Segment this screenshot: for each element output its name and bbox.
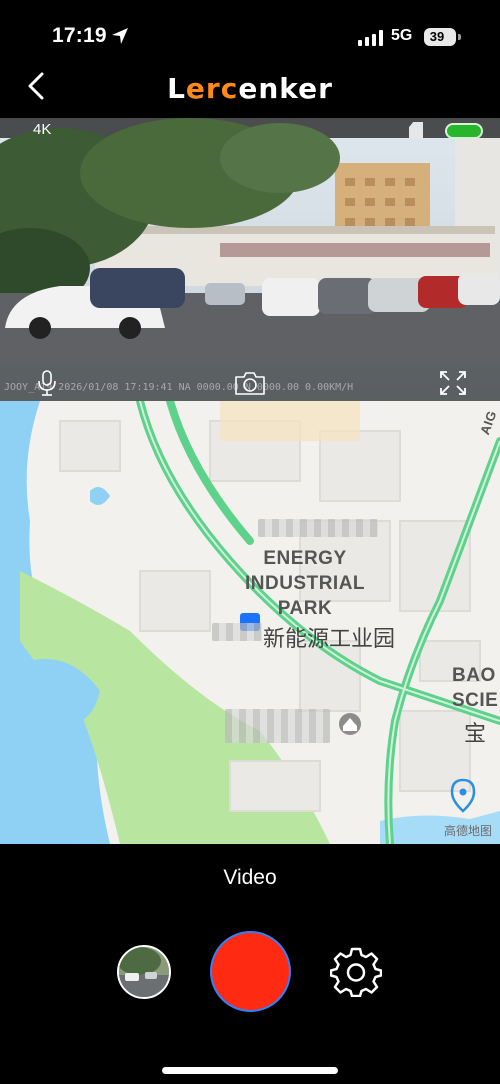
blurred-label (212, 623, 262, 641)
record-button[interactable] (210, 931, 291, 1012)
poi-label-cn: 新能源工业园 (263, 626, 396, 651)
poi-label-en: ENERGY INDUSTRIAL PARK (244, 548, 366, 619)
video-control-bar: JOOY_A19 2026/01/08 17:19:41 NA 0000.00 … (0, 365, 500, 401)
resolution-label: 4K (33, 121, 52, 138)
battery-nub (458, 34, 461, 40)
status-time: 17:19 (52, 24, 107, 47)
battery-icon: 39 (424, 28, 456, 46)
map-view[interactable]: ENERGY INDUSTRIAL PARK 新能源工业园 BAO SCIE 宝… (0, 401, 500, 844)
sd-card-icon (409, 122, 423, 139)
fullscreen-icon[interactable] (438, 369, 468, 397)
network-type: 5G (391, 27, 413, 44)
camera-icon[interactable] (233, 370, 267, 396)
mode-label: Video (223, 866, 277, 889)
app-logo: Lercenker (0, 72, 500, 105)
video-frame (0, 118, 500, 401)
app-header: Lercenker (0, 62, 500, 118)
gallery-thumbnail[interactable] (117, 945, 171, 999)
edge-label-cn: 宝 (464, 721, 487, 746)
home-indicator[interactable] (162, 1067, 338, 1074)
recording-indicator (445, 123, 483, 139)
status-bar: 17:19 5G 39 (0, 0, 500, 62)
blurred-label (258, 519, 378, 537)
edge-label-en: BAO SCIE (452, 665, 499, 711)
location-arrow-icon (112, 28, 128, 44)
blurred-label (225, 709, 330, 743)
map-watermark: 高德地图 (443, 824, 492, 838)
logo-text: Lercenker (167, 72, 333, 105)
live-video-view[interactable]: 4K JOOY_A19 2026/01/08 17:19:41 NA 0000.… (0, 118, 500, 401)
battery-level: 39 (429, 29, 445, 44)
thumbnail-image (119, 947, 169, 997)
settings-icon[interactable] (330, 945, 382, 997)
microphone-icon[interactable] (36, 369, 58, 397)
signal-icon (358, 30, 383, 46)
